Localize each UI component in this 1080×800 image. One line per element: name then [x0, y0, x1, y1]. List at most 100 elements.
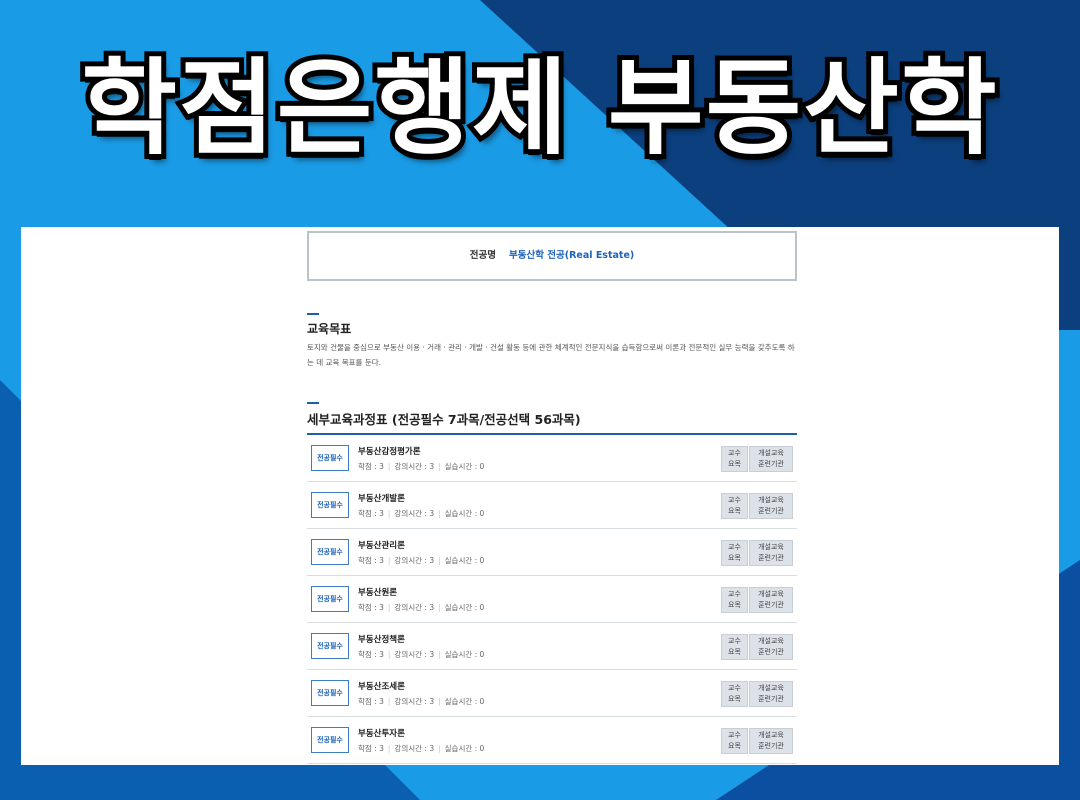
goal-description: 토지와 건물을 중심으로 부동산 이용 · 거래 · 관리 · 개발 · 건설 … [307, 343, 795, 367]
practice-value: 0 [479, 509, 485, 518]
institution-button-line1: 개설교육 [758, 449, 784, 457]
syllabus-button[interactable]: 교수 요목 [721, 728, 748, 754]
course-info: 학점 : 3 | 강의시간 : 3 | 실습시간 : 0 [358, 696, 484, 707]
syllabus-button[interactable]: 교수 요목 [721, 634, 748, 660]
lecture-label: 강의시간 : [394, 744, 430, 753]
institution-button-line2: 훈련기관 [758, 648, 784, 656]
practice-value: 0 [479, 556, 485, 565]
course-info: 학점 : 3 | 강의시간 : 3 | 실습시간 : 0 [358, 461, 484, 472]
practice-value: 0 [479, 697, 485, 706]
credit-value: 3 [379, 744, 384, 753]
course-info: 학점 : 3 | 강의시간 : 3 | 실습시간 : 0 [358, 508, 484, 519]
institution-button[interactable]: 개설교육 훈련기관 [749, 540, 793, 566]
course-row: 전공필수 부동산개발론 학점 : 3 | 강의시간 : 3 | 실습시간 : 0 교수 … [307, 482, 797, 529]
info-separator: | [387, 697, 391, 706]
practice-label: 실습시간 : [444, 556, 480, 565]
institution-button-line1: 개설교육 [758, 731, 784, 739]
course-info: 학점 : 3 | 강의시간 : 3 | 실습시간 : 0 [358, 649, 484, 660]
course-type-badge: 전공필수 [311, 492, 349, 518]
syllabus-button[interactable]: 교수 요목 [721, 681, 748, 707]
institution-button-line2: 훈련기관 [758, 460, 784, 468]
course-name: 부동산조세론 [358, 682, 405, 692]
course-name: 부동산감정평가론 [358, 447, 421, 457]
practice-value: 0 [479, 603, 485, 612]
institution-button[interactable]: 개설교육 훈련기관 [749, 446, 793, 472]
credit-label: 학점 : [358, 509, 380, 518]
institution-button-line1: 개설교육 [758, 684, 784, 692]
practice-label: 실습시간 : [444, 744, 480, 753]
practice-value: 0 [479, 650, 485, 659]
practice-label: 실습시간 : [444, 603, 480, 612]
info-separator: | [438, 462, 441, 471]
institution-button-line2: 훈련기관 [758, 695, 784, 703]
info-separator: | [387, 744, 391, 753]
course-info: 학점 : 3 | 강의시간 : 3 | 실습시간 : 0 [358, 555, 484, 566]
info-separator: | [438, 603, 441, 612]
syllabus-button-line2: 요목 [728, 554, 741, 562]
practice-value: 0 [479, 462, 485, 471]
institution-button[interactable]: 개설교육 훈련기관 [749, 493, 793, 519]
headline-title: 학점은행제 부동산학 [76, 42, 1001, 174]
institution-button[interactable]: 개설교육 훈련기관 [749, 587, 793, 613]
lecture-value: 3 [429, 509, 435, 518]
major-name-box: 전공명 부동산학 전공(Real Estate) [307, 231, 797, 281]
institution-button[interactable]: 개설교육 훈련기관 [749, 634, 793, 660]
syllabus-button[interactable]: 교수 요목 [721, 446, 748, 472]
course-list: 전공필수 부동산감정평가론 학점 : 3 | 강의시간 : 3 | 실습시간 : 0 교… [307, 435, 797, 764]
syllabus-button[interactable]: 교수 요목 [721, 540, 748, 566]
institution-button-line2: 훈련기관 [758, 742, 784, 750]
syllabus-button-line1: 교수 [728, 637, 741, 645]
course-name: 부동산관리론 [358, 541, 405, 551]
course-type-badge: 전공필수 [311, 539, 349, 565]
credit-label: 학점 : [358, 556, 380, 565]
credit-value: 3 [379, 697, 384, 706]
course-row: 전공필수 부동산조세론 학점 : 3 | 강의시간 : 3 | 실습시간 : 0 교수 … [307, 670, 797, 717]
practice-value: 0 [479, 744, 485, 753]
detail-title: 세부교육과정표 (전공필수 7과목/전공선택 56과목) [307, 412, 581, 427]
syllabus-button[interactable]: 교수 요목 [721, 493, 748, 519]
course-type-badge: 전공필수 [311, 633, 349, 659]
info-separator: | [387, 462, 391, 471]
institution-button-line1: 개설교육 [758, 590, 784, 598]
syllabus-button-line1: 교수 [728, 684, 741, 692]
institution-button[interactable]: 개설교육 훈련기관 [749, 681, 793, 707]
lecture-label: 강의시간 : [394, 462, 430, 471]
detail-section-marker [307, 402, 319, 404]
credit-label: 학점 : [358, 697, 380, 706]
lecture-value: 3 [429, 462, 435, 471]
lecture-value: 3 [429, 697, 435, 706]
syllabus-button-line1: 교수 [728, 590, 741, 598]
goal-section-marker [307, 313, 319, 315]
credit-label: 학점 : [358, 650, 380, 659]
institution-button-line2: 훈련기관 [758, 507, 784, 515]
lecture-value: 3 [429, 603, 435, 612]
course-type-badge: 전공필수 [311, 680, 349, 706]
practice-label: 실습시간 : [444, 509, 480, 518]
syllabus-button-line2: 요목 [728, 601, 741, 609]
practice-label: 실습시간 : [444, 697, 480, 706]
syllabus-button-line1: 교수 [728, 731, 741, 739]
course-name: 부동산정책론 [358, 635, 405, 645]
course-row: 전공필수 부동산투자론 학점 : 3 | 강의시간 : 3 | 실습시간 : 0 교수 … [307, 717, 797, 764]
institution-button-line2: 훈련기관 [758, 554, 784, 562]
syllabus-button[interactable]: 교수 요목 [721, 587, 748, 613]
practice-label: 실습시간 : [444, 462, 480, 471]
info-separator: | [438, 697, 441, 706]
institution-button-line1: 개설교육 [758, 637, 784, 645]
course-type-badge: 전공필수 [311, 445, 349, 471]
credit-value: 3 [379, 603, 384, 612]
syllabus-button-line2: 요목 [728, 648, 741, 656]
credit-value: 3 [379, 509, 384, 518]
institution-button-line1: 개설교육 [758, 543, 784, 551]
info-separator: | [387, 509, 391, 518]
info-separator: | [438, 650, 441, 659]
lecture-label: 강의시간 : [394, 556, 430, 565]
course-row: 전공필수 부동산관리론 학점 : 3 | 강의시간 : 3 | 실습시간 : 0 교수 … [307, 529, 797, 576]
institution-button[interactable]: 개설교육 훈련기관 [749, 728, 793, 754]
lecture-label: 강의시간 : [394, 650, 430, 659]
info-separator: | [438, 744, 441, 753]
credit-value: 3 [379, 650, 384, 659]
syllabus-button-line1: 교수 [728, 496, 741, 504]
credit-label: 학점 : [358, 744, 380, 753]
credit-value: 3 [379, 462, 384, 471]
